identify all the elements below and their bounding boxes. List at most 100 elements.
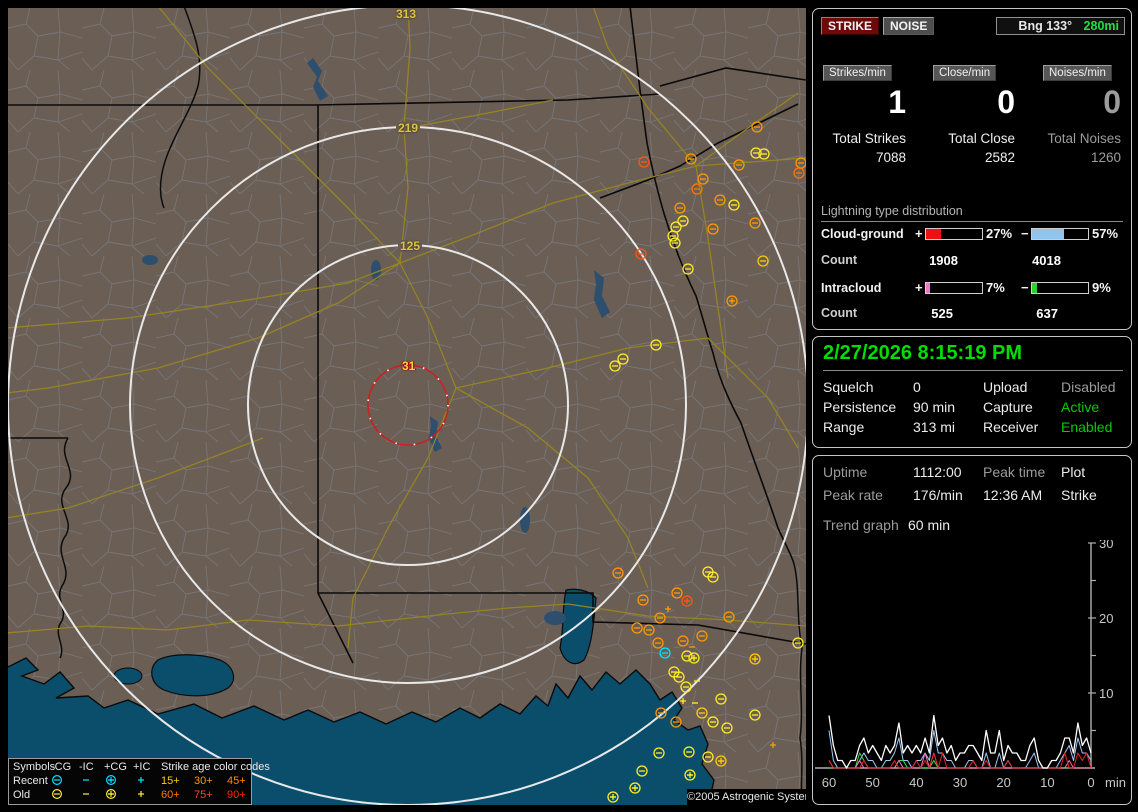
legend-symbol-p: [105, 788, 117, 800]
cloud-ground-label: Cloud-ground: [821, 227, 904, 241]
ic-pos-percent: 7%: [986, 280, 1005, 295]
peak-rate-value: 176/min: [913, 487, 963, 503]
total-strikes-label: Total Strikes: [813, 131, 906, 146]
legend-recent-label: Recent: [13, 774, 48, 788]
cg-neg-count: 4018: [1008, 253, 1061, 268]
app-window: 313 219 125 31 Symbols -CG -IC +CG +IC S…: [0, 0, 1138, 812]
legend-header-age-codes: Strike age color codes: [161, 760, 270, 774]
ring-label-219: 219: [396, 122, 420, 134]
upload-status: Disabled: [1061, 379, 1115, 395]
age-code-75+: 75+: [194, 788, 213, 802]
ic-neg-bar-fill: [1032, 283, 1037, 293]
noise-mode-button[interactable]: NOISE: [883, 17, 934, 35]
peak-time-label: Peak time: [983, 464, 1045, 480]
close-per-min-button[interactable]: Close/min: [933, 65, 996, 81]
capture-label: Capture: [983, 399, 1033, 415]
ic-pos-bar-fill: [926, 283, 930, 293]
strikes-per-min-value: 1: [823, 85, 906, 119]
legend-recent-row: Recent 15+ 30+ 45+: [9, 774, 251, 788]
ring-label-31: 31: [400, 360, 417, 372]
close-per-min-value: 0: [933, 85, 1015, 119]
copyright-notice: ©2005 Astrogenic Systems: [687, 789, 806, 805]
total-strikes-value: 7088: [813, 150, 906, 165]
lake-pontchartrain: [152, 655, 234, 696]
x-tick-label: 40: [909, 775, 923, 790]
upload-label: Upload: [983, 379, 1027, 395]
strikes-per-min-button[interactable]: Strikes/min: [823, 65, 892, 81]
cg-neg-percent: 57%: [1092, 226, 1118, 241]
legend-header-cg-pos: +CG: [104, 760, 127, 774]
y-tick-label: 20: [1099, 611, 1113, 626]
persistence-label: Persistence: [823, 399, 896, 415]
strike-mode-button[interactable]: STRIKE: [821, 17, 879, 35]
ic-neg-bar: [1031, 282, 1089, 294]
cg-pos-bar: [925, 228, 983, 240]
x-tick-label: 0: [1087, 775, 1094, 790]
total-close-value: 2582: [923, 150, 1015, 165]
legend-old-row: Old 60+75+90+: [9, 788, 251, 802]
trend-graph-label: Trend graph: [823, 517, 899, 533]
ic-neg-percent: 9%: [1092, 280, 1111, 295]
ring-label-125: 125: [398, 240, 422, 252]
legend-header-cg-neg: -CG: [51, 760, 71, 774]
x-tick-label: 50: [865, 775, 879, 790]
bearing-value: Bng 133°: [1018, 19, 1072, 33]
x-axis-unit-label: min: [1105, 775, 1126, 790]
legend-symbol-u: [135, 774, 147, 786]
legend-header-ic-neg: -IC: [79, 760, 94, 774]
legend-symbol-m: [80, 774, 92, 786]
ic-pos-bar: [925, 282, 983, 294]
range-label: Range: [823, 419, 864, 435]
noises-per-min-button[interactable]: Noises/min: [1043, 65, 1112, 81]
squelch-label: Squelch: [823, 379, 874, 395]
plot-label: Plot: [1061, 464, 1085, 480]
ic-pos-count: 525: [903, 306, 953, 321]
map-legend: Symbols -CG -IC +CG +IC Strike age color…: [8, 758, 252, 805]
plot-value: Strike: [1061, 487, 1097, 503]
bearing-display: Bng 133° 280mi: [996, 17, 1125, 35]
legend-header-ic-pos: +IC: [133, 760, 150, 774]
age-code-60+: 60+: [161, 788, 180, 802]
cg-neg-bar-fill: [1032, 229, 1064, 239]
uptime-label: Uptime: [823, 464, 867, 480]
intracloud-label: Intracloud: [821, 281, 881, 295]
age-code-15+: 15+: [161, 774, 180, 788]
uptime-value: 1112:00: [913, 464, 962, 480]
trend-panel: Uptime 1112:00 Peak time Plot Peak rate …: [812, 455, 1132, 805]
cg-count-label: Count: [821, 253, 857, 267]
persistence-value: 90 min: [913, 399, 955, 415]
legend-header-row: Symbols -CG -IC +CG +IC Strike age color…: [9, 760, 251, 774]
range-value: 313 mi: [913, 419, 955, 435]
age-code-30+: 30+: [194, 774, 213, 788]
ic-neg-count: 637: [1008, 306, 1058, 321]
cg-plus-sign: +: [915, 226, 923, 241]
peak-time-value: 12:36 AM: [983, 487, 1042, 503]
legend-symbol-n: [51, 788, 63, 800]
squelch-value: 0: [913, 379, 921, 395]
bearing-range-value: 280mi: [1084, 19, 1119, 33]
ic-minus-sign: −: [1021, 280, 1029, 295]
total-noises-label: Total Noises: [1028, 131, 1121, 146]
cg-pos-bar-fill: [926, 229, 941, 239]
legend-symbol-p: [105, 774, 117, 786]
capture-status: Active: [1061, 399, 1099, 415]
legend-header-symbols: Symbols: [13, 760, 55, 774]
cg-pos-percent: 27%: [986, 226, 1012, 241]
datetime-display: 2/27/2026 8:15:19 PM: [823, 342, 1123, 371]
ic-count-label: Count: [821, 306, 857, 320]
x-tick-label: 20: [996, 775, 1010, 790]
x-tick-label: 60: [822, 775, 836, 790]
legend-symbol-m: [80, 788, 92, 800]
receiver-status: Enabled: [1061, 419, 1112, 435]
legend-symbol-u: [135, 788, 147, 800]
x-tick-label: 30: [953, 775, 967, 790]
age-code-90+: 90+: [227, 788, 246, 802]
status-panel: 2/27/2026 8:15:19 PM Squelch 0 Upload Di…: [812, 336, 1132, 448]
sidebar: STRIKE NOISE Bng 133° 280mi Strikes/min …: [812, 0, 1132, 812]
lightning-map[interactable]: 313 219 125 31 Symbols -CG -IC +CG +IC S…: [8, 8, 806, 805]
cg-neg-bar: [1031, 228, 1089, 240]
age-code-45+: 45+: [227, 774, 246, 788]
y-tick-label: 30: [1099, 540, 1113, 551]
legend-symbol-n: [51, 774, 63, 786]
trend-graph-chart: 1020306050403020100min: [815, 540, 1131, 798]
